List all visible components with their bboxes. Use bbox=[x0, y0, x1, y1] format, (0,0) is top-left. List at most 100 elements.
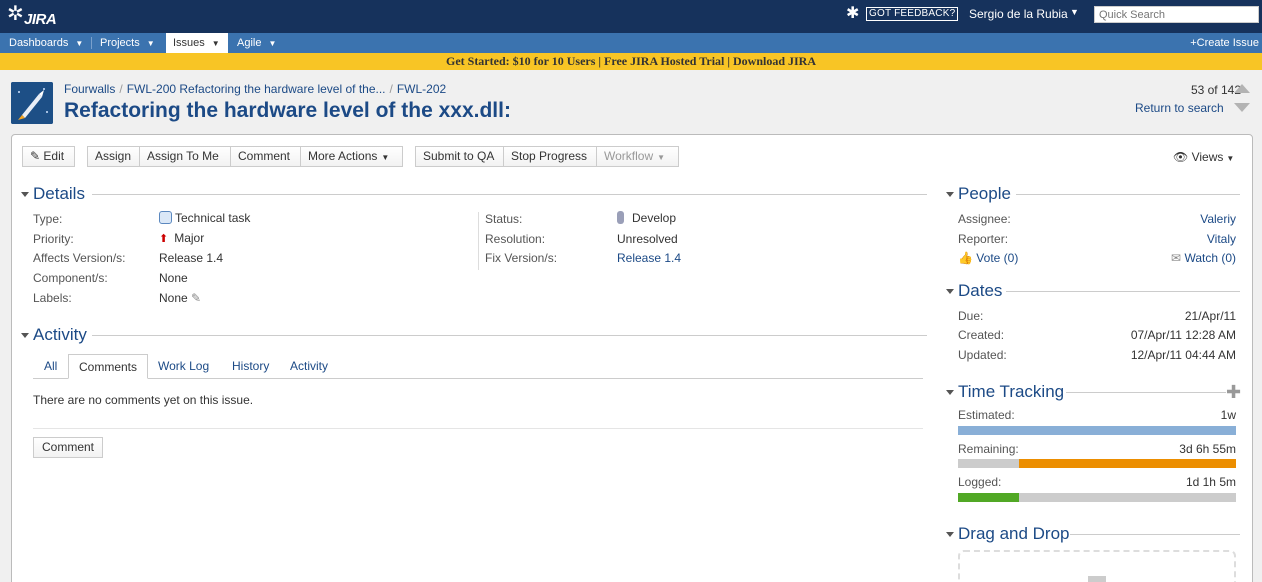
assign-button[interactable]: Assign bbox=[87, 146, 140, 167]
nav-label: Agile bbox=[237, 37, 262, 49]
previous-issue-icon[interactable] bbox=[1234, 84, 1250, 93]
collapse-icon[interactable] bbox=[946, 289, 954, 294]
component-value: None bbox=[159, 271, 188, 285]
breadcrumb-parent-link[interactable]: FWL-200 Refactoring the hardware level o… bbox=[127, 82, 386, 96]
due-label: Due: bbox=[958, 309, 984, 323]
assign-to-me-button[interactable]: Assign To Me bbox=[139, 146, 231, 167]
nav-dashboards[interactable]: Dashboards ▼ bbox=[2, 33, 83, 53]
reporter-label: Reporter: bbox=[958, 232, 1009, 246]
resolution-value: Unresolved bbox=[617, 232, 678, 246]
promo-banner[interactable]: Get Started: $10 for 10 Users | Free JIR… bbox=[0, 53, 1262, 70]
breadcrumb-issue-link[interactable]: FWL-202 bbox=[397, 82, 446, 96]
thumbs-up-icon: 👍 bbox=[958, 251, 973, 265]
logo-text: JIRA bbox=[24, 11, 57, 28]
nav-label: Issues bbox=[173, 37, 205, 49]
edit-label: Edit bbox=[43, 149, 65, 163]
top-header: ✲ JIRA ✱ GOT FEEDBACK? Sergio de la Rubi… bbox=[0, 0, 1262, 33]
nav-projects[interactable]: Projects ▼ bbox=[93, 33, 155, 53]
collapse-icon[interactable] bbox=[21, 333, 29, 338]
stop-progress-button[interactable]: Stop Progress bbox=[503, 146, 597, 167]
priority-major-icon: ⬆ bbox=[159, 233, 169, 245]
envelope-icon: ✉ bbox=[1171, 251, 1182, 265]
breadcrumb-separator: / bbox=[389, 82, 393, 96]
vote-link[interactable]: Vote (0) bbox=[976, 251, 1018, 265]
next-issue-icon[interactable] bbox=[1234, 103, 1250, 112]
issue-summary: Refactoring the hardware level of the xx… bbox=[64, 99, 511, 122]
reporter-link[interactable]: Vitaly bbox=[1207, 232, 1236, 246]
chevron-down-icon[interactable]: ▼ bbox=[1070, 7, 1079, 17]
breadcrumb-separator: / bbox=[119, 82, 123, 96]
tab-work-log[interactable]: Work Log bbox=[158, 359, 209, 373]
more-actions-button[interactable]: More Actions ▼ bbox=[300, 146, 403, 167]
jira-logo-icon: ✲ bbox=[7, 3, 24, 25]
watch-control[interactable]: ✉ Watch (0) bbox=[1171, 251, 1236, 265]
breadcrumb-project-link[interactable]: Fourwalls bbox=[64, 82, 115, 96]
project-avatar[interactable] bbox=[11, 82, 53, 124]
create-issue-button[interactable]: +Create Issue bbox=[1190, 33, 1259, 53]
no-comments-message: There are no comments yet on this issue. bbox=[33, 393, 254, 407]
details-column-divider bbox=[478, 212, 479, 270]
workflow-button: Workflow ▼ bbox=[596, 146, 679, 167]
tab-history[interactable]: History bbox=[232, 359, 269, 373]
add-comment-button[interactable]: Comment bbox=[33, 437, 103, 458]
section-divider bbox=[1016, 194, 1240, 195]
edit-button[interactable]: ✎ Edit bbox=[22, 146, 75, 167]
comment-divider bbox=[33, 428, 923, 429]
log-work-plus-icon[interactable]: ✚ bbox=[1226, 383, 1241, 401]
return-to-search-link[interactable]: Return to search bbox=[1135, 101, 1224, 115]
labels-value: None ✎ bbox=[159, 291, 201, 305]
estimated-label: Estimated: bbox=[958, 408, 1015, 422]
chevron-down-icon: ▼ bbox=[211, 39, 220, 48]
views-button[interactable]: 👁 Views ▼ bbox=[1173, 150, 1234, 164]
chevron-down-icon: ▼ bbox=[1226, 154, 1235, 163]
workflow-label: Workflow bbox=[604, 149, 654, 163]
tab-all[interactable]: All bbox=[44, 359, 57, 373]
type-value: Technical task bbox=[159, 211, 250, 225]
watch-link[interactable]: Watch (0) bbox=[1184, 251, 1236, 265]
nav-issues[interactable]: Issues ▼ bbox=[166, 33, 228, 53]
section-divider bbox=[1070, 534, 1240, 535]
submit-to-qa-button[interactable]: Submit to QA bbox=[415, 146, 504, 167]
collapse-icon[interactable] bbox=[946, 390, 954, 395]
tab-activity[interactable]: Activity bbox=[290, 359, 328, 373]
views-label: Views bbox=[1191, 150, 1224, 164]
affects-version-label: Affects Version/s: bbox=[33, 251, 126, 265]
collapse-icon[interactable] bbox=[21, 192, 29, 197]
activity-title: Activity bbox=[33, 325, 87, 344]
breadcrumb: Fourwalls / FWL-200 Refactoring the hardwa… bbox=[64, 82, 446, 96]
drop-zone[interactable] bbox=[958, 550, 1236, 582]
chevron-down-icon: ▼ bbox=[146, 39, 155, 48]
feedback-button[interactable]: GOT FEEDBACK? bbox=[866, 7, 959, 21]
priority-value: ⬆ Major bbox=[159, 231, 204, 245]
fix-version-label: Fix Version/s: bbox=[485, 251, 558, 265]
user-menu[interactable]: Sergio de la Rubia bbox=[969, 7, 1068, 21]
quick-search-input[interactable] bbox=[1094, 6, 1259, 23]
dates-title: Dates bbox=[958, 281, 1003, 300]
updated-label: Updated: bbox=[958, 348, 1007, 362]
collapse-icon[interactable] bbox=[946, 532, 954, 537]
fix-version-link[interactable]: Release 1.4 bbox=[617, 251, 681, 265]
created-value: 07/Apr/11 12:28 AM bbox=[1130, 328, 1236, 342]
resolution-label: Resolution: bbox=[485, 232, 546, 246]
chevron-down-icon: ▼ bbox=[381, 153, 390, 162]
edit-labels-icon[interactable]: ✎ bbox=[191, 291, 201, 305]
tabs-divider bbox=[33, 378, 923, 379]
assignee-link[interactable]: Valeriy bbox=[1200, 212, 1236, 226]
nav-label: Projects bbox=[100, 37, 140, 49]
nav-agile[interactable]: Agile ▼ bbox=[230, 33, 276, 53]
upload-icon bbox=[1088, 576, 1106, 582]
pencil-icon: ✎ bbox=[30, 149, 41, 163]
people-title: People bbox=[958, 184, 1011, 203]
collapse-icon[interactable] bbox=[946, 192, 954, 197]
logged-label: Logged: bbox=[958, 475, 1002, 489]
section-divider bbox=[92, 194, 927, 195]
jira-logo[interactable]: ✲ JIRA bbox=[4, 3, 64, 29]
priority-text: Major bbox=[174, 231, 205, 245]
eye-icon: 👁 bbox=[1173, 150, 1189, 164]
comment-button[interactable]: Comment bbox=[230, 146, 301, 167]
remaining-bar bbox=[958, 459, 1236, 468]
tab-comments[interactable]: Comments bbox=[68, 354, 148, 379]
feedback-icon[interactable]: ✱ bbox=[846, 6, 862, 22]
vote-control[interactable]: 👍 Vote (0) bbox=[958, 251, 1018, 265]
affects-version-value: Release 1.4 bbox=[159, 251, 224, 265]
